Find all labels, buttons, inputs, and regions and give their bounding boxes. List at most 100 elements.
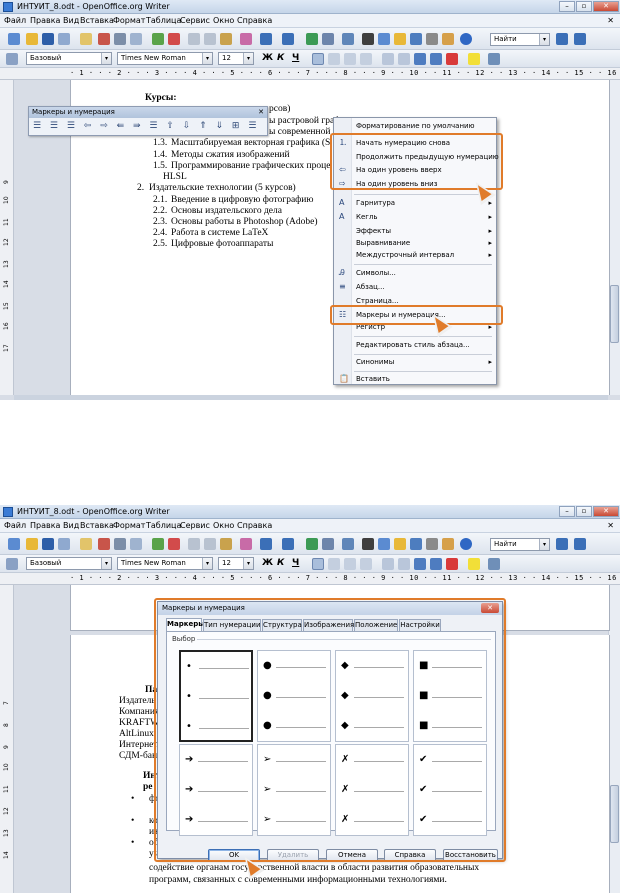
menu-view[interactable]: Вид xyxy=(63,521,79,530)
italic-button[interactable]: К xyxy=(277,53,284,63)
find-replace-icon[interactable] xyxy=(362,538,374,550)
page-preview-icon[interactable] xyxy=(130,538,142,550)
close-icon[interactable]: ✕ xyxy=(258,107,264,118)
table-icon[interactable] xyxy=(322,538,334,550)
size-chevron-down-icon[interactable]: ▾ xyxy=(243,53,253,64)
background-color-icon[interactable] xyxy=(488,558,500,570)
spellcheck-icon[interactable] xyxy=(152,33,164,45)
edit-file-icon[interactable] xyxy=(80,33,92,45)
underline-button[interactable]: Ч xyxy=(292,53,299,63)
bullets-numbering-floating-toolbar[interactable]: Маркеры и нумерация ✕ ☰ ☰ ☰ ⇦ ⇨ ⇚ ⇛ ☰ ⇧ … xyxy=(28,106,268,136)
autospell-icon[interactable] xyxy=(168,33,180,45)
highlighting-icon[interactable] xyxy=(468,558,480,570)
email-icon[interactable] xyxy=(58,538,70,550)
menu-view[interactable]: Вид xyxy=(63,16,79,25)
menu-item-alignment[interactable]: Выравнивание ▸ xyxy=(334,237,496,249)
menu-format[interactable]: Формат xyxy=(113,16,145,25)
navigator-icon[interactable] xyxy=(378,538,390,550)
menu-item-effects[interactable]: Эффекты ▸ xyxy=(334,225,496,237)
style-chevron-down-icon[interactable]: ▾ xyxy=(101,558,111,569)
style-chevron-down-icon[interactable]: ▾ xyxy=(101,53,111,64)
bullets-on-icon[interactable] xyxy=(398,53,410,65)
menu-table[interactable]: Таблица xyxy=(146,521,181,530)
menu-window[interactable]: Окно xyxy=(213,16,234,25)
hyperlink-icon[interactable] xyxy=(306,33,318,45)
format-paintbrush-icon[interactable] xyxy=(240,538,252,550)
minimize-button[interactable]: – xyxy=(559,1,575,12)
paste-icon[interactable] xyxy=(220,538,232,550)
align-left-icon[interactable] xyxy=(312,53,324,65)
bold-button[interactable]: Ж xyxy=(262,53,273,63)
menu-format[interactable]: Формат xyxy=(113,521,145,530)
maximize-button[interactable]: ▫ xyxy=(576,1,592,12)
menu-window[interactable]: Окно xyxy=(213,521,234,530)
menu-help[interactable]: Справка xyxy=(237,521,272,530)
menu-item-characters[interactable]: Ꭿ Символы... xyxy=(334,267,496,279)
menu-tools[interactable]: Сервис xyxy=(180,521,210,530)
find-input[interactable]: Найти ▾ xyxy=(490,538,550,551)
align-center-icon[interactable] xyxy=(328,558,340,570)
find-dropdown-chevron-icon[interactable]: ▾ xyxy=(539,34,549,45)
gallery-icon[interactable] xyxy=(394,538,406,550)
menu-item-line-spacing[interactable]: Междустрочный интервал ▸ xyxy=(334,249,496,261)
find-input[interactable]: Найти ▾ xyxy=(490,33,550,46)
copy-icon[interactable] xyxy=(204,33,216,45)
menu-item-default-formatting[interactable]: Форматирование по умолчанию xyxy=(334,120,496,132)
size-chevron-down-icon[interactable]: ▾ xyxy=(243,558,253,569)
decrease-indent-icon[interactable] xyxy=(414,53,426,65)
close-window-button[interactable]: ✕ xyxy=(593,506,619,517)
page-preview-icon[interactable] xyxy=(130,33,142,45)
data-sources-icon[interactable] xyxy=(410,538,422,550)
zoom-icon[interactable] xyxy=(442,538,454,550)
font-size-select[interactable]: 12 ▾ xyxy=(218,557,254,570)
paragraph-style-select[interactable]: Базовый ▾ xyxy=(26,557,112,570)
cut-icon[interactable] xyxy=(188,538,200,550)
formatting-marks-icon[interactable] xyxy=(426,33,438,45)
copy-icon[interactable] xyxy=(204,538,216,550)
undo-icon[interactable] xyxy=(260,538,272,550)
floating-toolbar-icons[interactable]: ☰ ☰ ☰ ⇦ ⇨ ⇚ ⇛ ☰ ⇧ ⇩ ⇑ ⇓ ⊞ ☰ xyxy=(33,121,259,131)
horizontal-ruler[interactable]: · 1 · · · 2 · · · 3 · · · 4 · · · 5 · · … xyxy=(0,68,620,80)
print-icon[interactable] xyxy=(114,33,126,45)
increase-indent-icon[interactable] xyxy=(430,558,442,570)
underline-button[interactable]: Ч xyxy=(292,558,299,568)
font-color-icon[interactable] xyxy=(446,558,458,570)
hyperlink-icon[interactable] xyxy=(306,538,318,550)
data-sources-icon[interactable] xyxy=(410,33,422,45)
bold-button[interactable]: Ж xyxy=(262,558,273,568)
align-left-icon[interactable] xyxy=(312,558,324,570)
open-folder-icon[interactable] xyxy=(26,33,38,45)
menu-item-typeface[interactable]: A Гарнитура ▸ xyxy=(334,197,496,209)
background-color-icon[interactable] xyxy=(488,53,500,65)
menu-item-edit-paragraph-style[interactable]: Редактировать стиль абзаца... xyxy=(334,339,496,351)
styles-icon[interactable] xyxy=(6,558,18,570)
help-icon[interactable] xyxy=(460,33,472,45)
menu-item-paste[interactable]: 📋 Вставить xyxy=(334,373,496,385)
close-window-button[interactable]: ✕ xyxy=(593,1,619,12)
format-paintbrush-icon[interactable] xyxy=(240,33,252,45)
justify-icon[interactable] xyxy=(360,558,372,570)
find-dropdown-chevron-icon[interactable]: ▾ xyxy=(539,539,549,550)
numbering-on-icon[interactable] xyxy=(382,558,394,570)
show-draw-functions-icon[interactable] xyxy=(342,538,354,550)
redo-icon[interactable] xyxy=(282,33,294,45)
table-icon[interactable] xyxy=(322,33,334,45)
save-icon[interactable] xyxy=(42,538,54,550)
highlighting-icon[interactable] xyxy=(468,53,480,65)
edit-file-icon[interactable] xyxy=(80,538,92,550)
bullets-on-icon[interactable] xyxy=(398,558,410,570)
find-next-icon[interactable] xyxy=(556,33,568,45)
menu-file[interactable]: Файл xyxy=(4,521,26,530)
navigator-icon[interactable] xyxy=(378,33,390,45)
close-document-icon[interactable]: ✕ xyxy=(607,521,614,530)
menu-tools[interactable]: Сервис xyxy=(180,16,210,25)
menu-insert[interactable]: Вставка xyxy=(80,521,114,530)
align-right-icon[interactable] xyxy=(344,558,356,570)
autospell-icon[interactable] xyxy=(168,538,180,550)
menu-edit[interactable]: Правка xyxy=(30,16,60,25)
find-previous-icon[interactable] xyxy=(574,33,586,45)
italic-button[interactable]: К xyxy=(277,558,284,568)
help-icon[interactable] xyxy=(460,538,472,550)
menu-insert[interactable]: Вставка xyxy=(80,16,114,25)
minimize-button[interactable]: – xyxy=(559,506,575,517)
